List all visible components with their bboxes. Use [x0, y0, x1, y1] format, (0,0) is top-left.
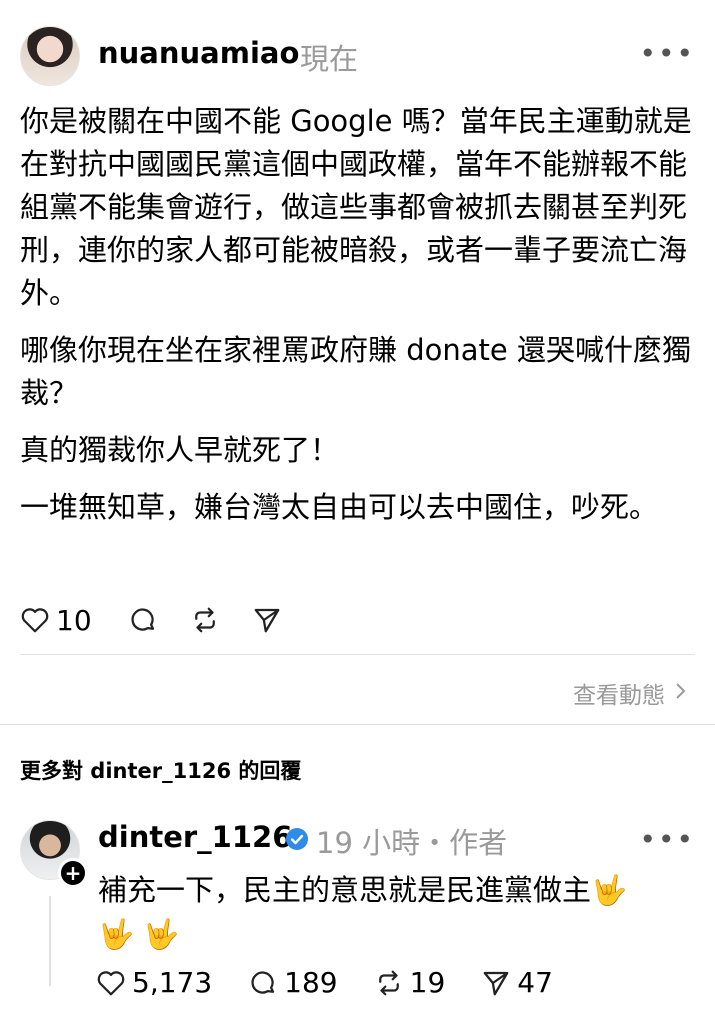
comment-button[interactable]	[128, 605, 158, 635]
like-count: 5,173	[132, 966, 213, 999]
like-button[interactable]: 10	[20, 604, 92, 637]
section-divider	[0, 724, 715, 725]
repost-icon	[374, 968, 404, 998]
chevron-right-icon	[675, 680, 687, 706]
repost-icon	[190, 605, 220, 635]
comment-count: 189	[284, 966, 338, 999]
post-paragraph: 哪像你現在坐在家裡罵政府賺 donate 還哭喊什麼獨裁？	[20, 333, 691, 410]
comment-icon	[248, 968, 278, 998]
share-button[interactable]: 47	[481, 966, 553, 999]
heart-icon	[20, 606, 50, 634]
username[interactable]: dinter_1126	[98, 820, 292, 854]
post-paragraph: 你是被關在中國不能 Google 嗎？當年民主運動就是在對抗中國國民黨這個中國政…	[20, 104, 692, 310]
hand-emoji: 🤟	[98, 917, 135, 951]
view-activity-link[interactable]: 查看動態	[573, 676, 687, 710]
send-icon	[252, 605, 282, 635]
reply-meta: 19 小時・作者	[316, 826, 508, 860]
post-text: 你是被關在中國不能 Google 嗎？當年民主運動就是在對抗中國國民黨這個中國政…	[20, 100, 695, 543]
more-icon[interactable]: •••	[639, 40, 695, 68]
follow-plus-icon[interactable]: +	[58, 858, 88, 888]
post-paragraph: 一堆無知草，嫌台灣太自由可以去中國住，吵死。	[20, 490, 659, 524]
view-activity-label: 查看動態	[573, 683, 665, 709]
avatar[interactable]	[20, 26, 80, 86]
more-icon[interactable]: •••	[639, 826, 695, 854]
like-button[interactable]: 5,173	[96, 966, 212, 999]
username[interactable]: nuanuamiao	[98, 36, 299, 70]
post-paragraph: 真的獨裁你人早就死了！	[20, 433, 340, 467]
share-count: 47	[517, 966, 553, 999]
repost-count: 19	[409, 966, 446, 999]
comment-button[interactable]: 189	[248, 966, 338, 999]
hand-emoji: 🤟	[591, 873, 628, 907]
timestamp: 現在	[300, 42, 359, 76]
verified-badge-icon	[286, 828, 308, 850]
reply-text: 補充一下，民主的意思就是民進黨做主🤟 🤟 🤟	[98, 868, 688, 956]
more-replies-heading: 更多對 dinter_1126 的回覆	[20, 759, 302, 783]
heart-icon	[96, 969, 126, 997]
thread-line	[49, 896, 51, 986]
post-header: nuanuamiao 現在 •••	[20, 24, 695, 88]
reply-text-content: 補充一下，民主的意思就是民進黨做主	[98, 873, 592, 907]
share-button[interactable]	[252, 605, 282, 635]
comment-icon	[128, 605, 158, 635]
repost-button[interactable]: 19	[374, 966, 446, 999]
divider	[20, 654, 695, 655]
reply-actions: 5,173 189 19 47	[96, 966, 553, 999]
hand-emoji: 🤟	[143, 917, 180, 951]
post-actions: 10	[20, 598, 282, 642]
repost-button[interactable]	[190, 605, 220, 635]
like-count: 10	[56, 603, 92, 637]
send-icon	[481, 968, 511, 998]
